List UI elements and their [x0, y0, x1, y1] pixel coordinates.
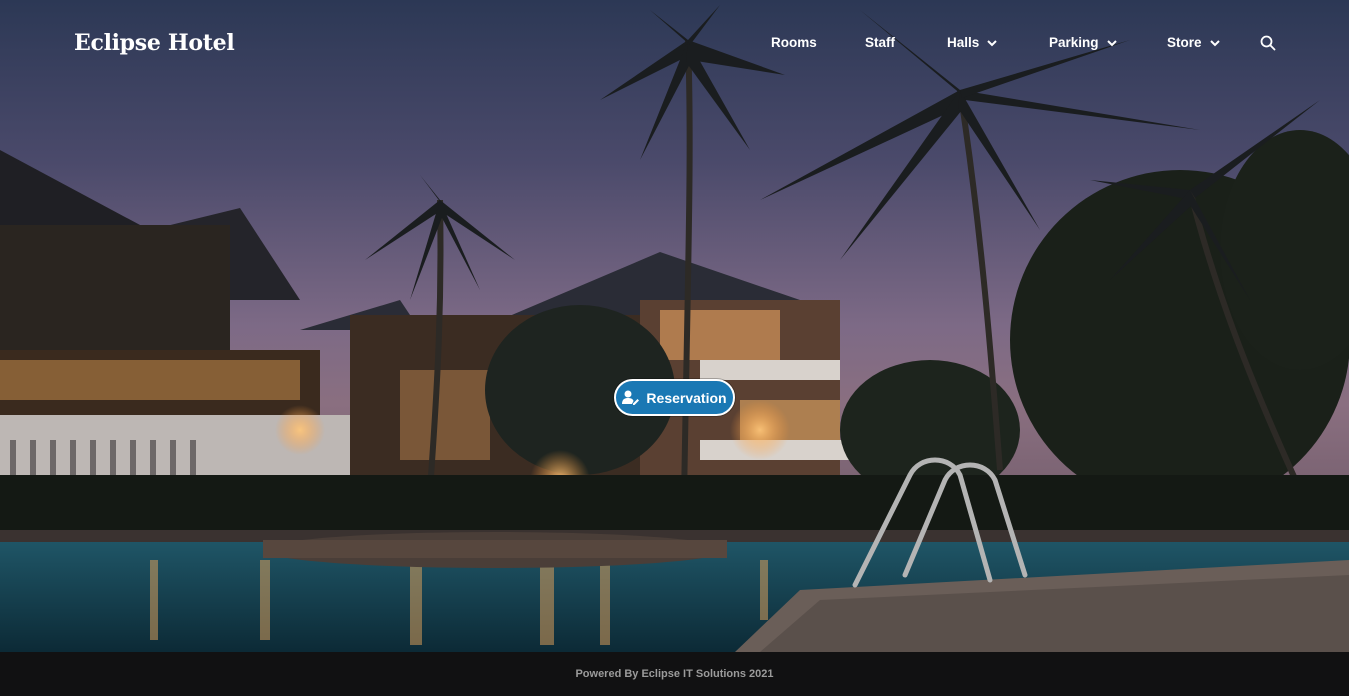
nav-item-halls[interactable]: Halls	[947, 35, 997, 50]
nav-item-label: Staff	[865, 35, 895, 50]
nav-item-parking[interactable]: Parking	[1049, 35, 1117, 50]
chevron-down-icon	[1209, 39, 1220, 46]
nav-item-store[interactable]: Store	[1167, 35, 1220, 50]
nav-item-rooms[interactable]: Rooms	[771, 35, 817, 50]
hero-banner	[0, 0, 1349, 652]
chevron-down-icon	[1106, 39, 1117, 46]
hotel-pool-night-image	[0, 0, 1349, 652]
footer-credit: Powered By Eclipse IT Solutions 2021	[575, 668, 774, 680]
reservation-label: Reservation	[646, 389, 727, 406]
nav-item-staff[interactable]: Staff	[865, 35, 895, 50]
nav-item-label: Halls	[947, 35, 980, 50]
footer: Powered By Eclipse IT Solutions 2021	[0, 652, 1349, 696]
nav-item-label: Rooms	[771, 35, 817, 50]
nav-item-label: Parking	[1049, 35, 1099, 50]
chevron-down-icon	[987, 39, 997, 46]
top-navbar: Eclipse Hotel Rooms Staff Halls Parking …	[0, 0, 1349, 88]
nav-item-label: Store	[1167, 35, 1202, 50]
brand-logo[interactable]: Eclipse Hotel	[74, 30, 235, 56]
user-edit-icon	[622, 390, 640, 405]
reservation-button[interactable]: Reservation	[614, 379, 735, 416]
search-icon[interactable]	[1259, 34, 1277, 52]
